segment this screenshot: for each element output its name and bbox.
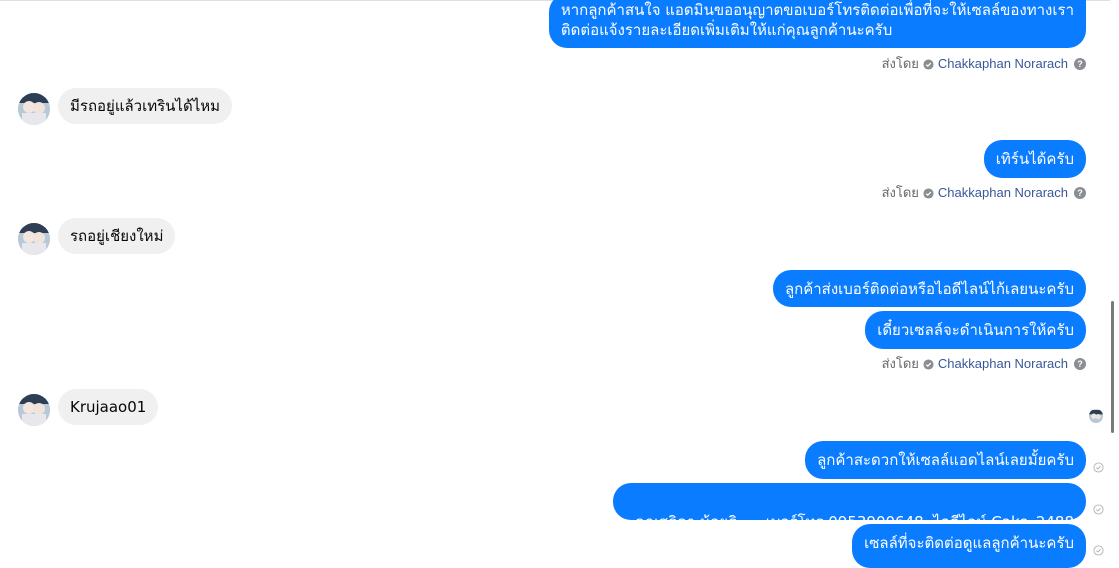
outgoing-message[interactable]: ลูกค้าสะดวกให้เซลล์แอดไลน์เลยมั้ยครับ bbox=[805, 441, 1086, 479]
avatar-photo bbox=[18, 394, 50, 426]
check-circle-icon bbox=[923, 187, 934, 199]
message-text: Krujaao01 bbox=[70, 398, 147, 416]
incoming-message[interactable]: รถอยู่เชียงใหม่ bbox=[58, 218, 176, 254]
message-line: ติดต่อแจ้งรายละเอียดเพิ่มเติมให้แก่คุณลู… bbox=[560, 21, 893, 39]
check-circle-outline-icon bbox=[1093, 545, 1104, 556]
check-circle-outline-icon bbox=[1093, 504, 1104, 515]
question-circle-icon[interactable]: ? bbox=[1074, 58, 1086, 70]
avatar-photo bbox=[18, 93, 50, 125]
outgoing-message[interactable]: ลูกค้าส่งเบอร์ติดต่อหรือไอดีไลน์ไก้เลยนะ… bbox=[772, 270, 1086, 307]
outgoing-message[interactable]: หากลูกค้าสนใจ แอดมินขออนุญาตขอเบอร์โทรติ… bbox=[548, 0, 1086, 48]
message-text: รถอยู่เชียงใหม่ bbox=[70, 227, 164, 245]
sent-by-label: ส่งโดย bbox=[881, 185, 919, 200]
outgoing-message[interactable]: เดี๋ยวเซลล์จะดำเนินการให้ครับ bbox=[865, 311, 1086, 349]
message-line: หากลูกค้าสนใจ แอดมินขออนุญาตขอเบอร์โทรติ… bbox=[560, 1, 1074, 19]
sent-by-row: ส่งโดย Chakkaphan Norarach ? bbox=[882, 356, 1086, 372]
message-text: เดี๋ยวเซลล์จะดำเนินการให้ครับ bbox=[877, 321, 1074, 339]
incoming-message[interactable]: Krujaao01 bbox=[58, 389, 159, 425]
read-receipt-avatar bbox=[1089, 409, 1103, 423]
avatar[interactable] bbox=[18, 93, 50, 125]
message-text: มีรถอยู่แล้วเทรินได้ไหม bbox=[70, 97, 221, 115]
check-circle-icon bbox=[923, 58, 934, 70]
message-text: เซลล์ที่จะติดต่อดูแลลูกค้านะครับ bbox=[864, 534, 1074, 552]
avatar[interactable] bbox=[18, 394, 50, 426]
sent-by-row: ส่งโดย Chakkaphan Norarach ? bbox=[882, 56, 1086, 72]
avatar-photo bbox=[1089, 410, 1103, 423]
check-circle-icon bbox=[923, 358, 934, 370]
message-text: ลูกค้าส่งเบอร์ติดต่อหรือไอดีไลน์ไก้เลยนะ… bbox=[784, 280, 1074, 298]
sent-by-label: ส่งโดย bbox=[881, 56, 919, 71]
outgoing-message[interactable]: เทิร์นได้ครับ bbox=[983, 140, 1086, 178]
question-circle-icon[interactable]: ? bbox=[1074, 358, 1086, 370]
outgoing-message[interactable]: เซลล์ที่จะติดต่อดูแลลูกค้านะครับ bbox=[852, 524, 1086, 568]
message-text: เทิร์นได้ครับ bbox=[995, 150, 1074, 168]
check-circle-outline-icon bbox=[1093, 462, 1104, 473]
scrollbar-thumb[interactable] bbox=[1111, 301, 1114, 433]
message-text: ลูกค้าสะดวกให้เซลล์แอดไลน์เลยมั้ยครับ bbox=[817, 451, 1074, 469]
sender-name-link[interactable]: Chakkaphan Norarach bbox=[938, 185, 1068, 201]
sender-name-link[interactable]: Chakkaphan Norarach bbox=[938, 356, 1068, 372]
question-circle-icon[interactable]: ? bbox=[1074, 187, 1086, 199]
outgoing-message[interactable]: คุณสุธิดา น้อยธิ เบอร์โทร 0953900648 ไอด… bbox=[613, 483, 1086, 531]
sent-by-row: ส่งโดย Chakkaphan Norarach ? bbox=[882, 185, 1086, 201]
sent-by-label: ส่งโดย bbox=[881, 356, 919, 371]
scrollbar-track[interactable] bbox=[1110, 0, 1119, 559]
avatar[interactable] bbox=[18, 223, 50, 255]
avatar-photo bbox=[18, 223, 50, 255]
incoming-message[interactable]: มีรถอยู่แล้วเทรินได้ไหม bbox=[58, 88, 233, 124]
sender-name-link[interactable]: Chakkaphan Norarach bbox=[938, 56, 1068, 72]
